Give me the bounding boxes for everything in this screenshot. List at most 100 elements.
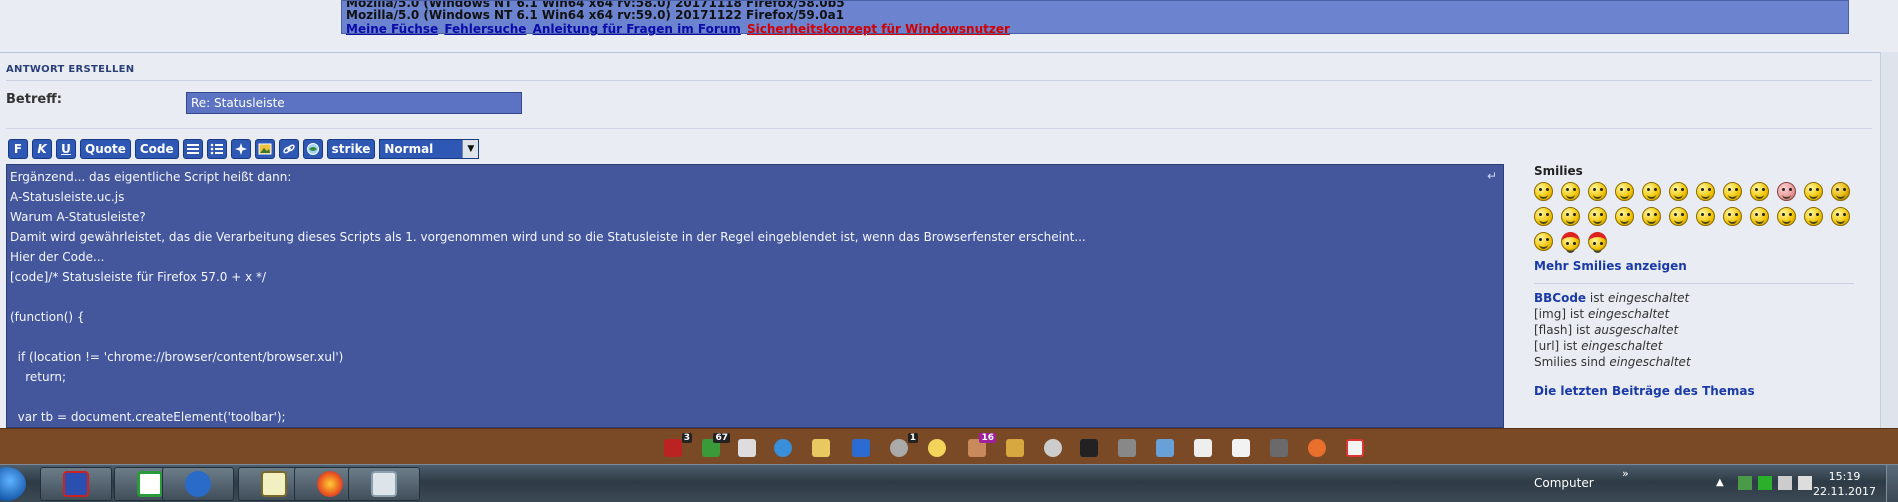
smiley-icon[interactable] (1561, 182, 1580, 201)
system-tray: Computer » ▲ 15:19 22.11.2017 (1398, 465, 1898, 502)
santa-smiley-icon[interactable] (1588, 232, 1607, 253)
option-state: eingeschaltet (1581, 339, 1663, 353)
taskbar-app-thunderbird[interactable] (162, 467, 234, 501)
smiley-icon[interactable] (1696, 182, 1715, 201)
underline-button[interactable]: U (56, 139, 76, 159)
undo-icon[interactable] (1270, 439, 1288, 457)
quote-button[interactable]: Quote (80, 139, 131, 159)
pencil-icon[interactable] (1006, 439, 1024, 457)
list-button[interactable] (182, 139, 203, 159)
list-item-button[interactable] (230, 139, 251, 159)
italic-button[interactable]: K (32, 139, 52, 159)
smiley-icon[interactable] (1750, 182, 1769, 201)
link-button[interactable] (278, 139, 299, 159)
chevron-down-icon[interactable]: ▼ (462, 140, 479, 158)
smiley-icon[interactable] (1669, 207, 1688, 226)
subject-label: Betreff: (6, 92, 62, 107)
option-state: eingeschaltet (1587, 307, 1670, 321)
page-icon[interactable] (1232, 439, 1250, 457)
smiley-icon[interactable] (1804, 207, 1823, 226)
document-icon[interactable] (738, 439, 756, 457)
smiley-icon[interactable] (1534, 232, 1553, 251)
smiley-icon[interactable] (1642, 207, 1661, 226)
smiley-icon[interactable] (1588, 182, 1607, 201)
editor-line: var tb = document.createElement('toolbar… (10, 410, 286, 424)
clipboard-icon[interactable] (1194, 439, 1212, 457)
link-fehlersuche[interactable]: Fehlersuche (444, 22, 526, 36)
addon-green-icon[interactable]: 67 (702, 433, 730, 457)
folder-icon[interactable] (812, 439, 830, 457)
code-button[interactable]: Code (134, 139, 179, 159)
reload-icon[interactable]: 1 (890, 433, 918, 457)
badge-count: 1 (907, 433, 918, 443)
lightbulb-icon[interactable] (1044, 439, 1062, 457)
settings-icon[interactable] (1156, 439, 1174, 457)
smiley-icon[interactable] (1723, 207, 1742, 226)
power-icon[interactable] (1778, 476, 1792, 490)
volume-icon[interactable] (1798, 476, 1812, 490)
refresh-icon[interactable] (774, 439, 792, 457)
firefox-icon[interactable] (1308, 439, 1326, 457)
link-anleitung[interactable]: Anleitung für Fragen im Forum (533, 22, 741, 36)
smilies-sidebar: Smilies Mehr Smilies anzeigen BBCode ist… (1534, 164, 1854, 398)
link-sicherheitskonzept[interactable]: Sicherheitskonzept für Windowsnutzer (747, 22, 1010, 36)
smilies-title: Smilies (1534, 164, 1583, 178)
taskbar-app-explorer[interactable] (348, 467, 420, 501)
bullet-list-button[interactable] (206, 139, 227, 159)
image-icon (258, 143, 272, 155)
show-desktop-button[interactable] (1886, 465, 1898, 502)
link-meine-fuechse[interactable]: Meine Füchse (346, 22, 438, 36)
smiley-icon[interactable] (1534, 207, 1553, 226)
smilies-grid (1534, 182, 1854, 253)
clock-date: 22.11.2017 (1813, 485, 1876, 498)
bbcode-link[interactable]: BBCode (1534, 291, 1586, 305)
floppy-icon (63, 471, 89, 497)
package-icon[interactable] (1118, 439, 1136, 457)
more-smilies-link[interactable]: Mehr Smilies anzeigen (1534, 259, 1854, 273)
smiley-icon[interactable] (1831, 182, 1850, 201)
network-icon[interactable] (1738, 476, 1752, 490)
smiley-icon[interactable] (1588, 207, 1607, 226)
subject-input[interactable]: Re: Statusleiste (186, 92, 522, 114)
home-icon[interactable] (852, 439, 870, 457)
start-button[interactable] (0, 467, 26, 501)
clock[interactable]: 15:19 22.11.2017 (1813, 469, 1876, 499)
cloud-icon[interactable] (928, 439, 946, 457)
smiley-icon[interactable] (1696, 207, 1715, 226)
page-scrollbar[interactable] (1880, 52, 1898, 428)
bold-button[interactable]: F (8, 139, 28, 159)
bold-label: F (13, 142, 23, 156)
smiley-icon[interactable] (1534, 182, 1553, 201)
addon-toolbar: 3 67 1 16 (0, 428, 1898, 464)
puzzle-icon[interactable] (1080, 439, 1098, 457)
font-size-select[interactable]: Normal ▼ (379, 139, 480, 159)
addon-brown-icon[interactable]: 16 (968, 433, 996, 457)
taskbar-app-save[interactable] (40, 467, 112, 501)
smiley-icon[interactable] (1777, 207, 1796, 226)
delete-icon[interactable] (1346, 439, 1364, 457)
smiley-icon[interactable] (1615, 182, 1634, 201)
smiley-icon[interactable] (1642, 182, 1661, 201)
tray-computer-label[interactable]: Computer (1534, 476, 1594, 490)
smiley-icon[interactable] (1723, 182, 1742, 201)
latest-posts-link[interactable]: Die letzten Beiträge des Themas (1534, 384, 1854, 398)
image-button[interactable] (254, 139, 275, 159)
chevron-icon[interactable]: » (1622, 467, 1629, 480)
smiley-icon[interactable] (1615, 207, 1634, 226)
strike-button[interactable]: strike (326, 139, 376, 159)
security-icon[interactable] (1758, 476, 1772, 490)
santa-smiley-icon[interactable] (1561, 232, 1580, 253)
signature-ua-line-2: Mozilla/5.0 (Windows NT 6.1 Win64 x64 rv… (346, 8, 845, 22)
smiley-icon[interactable] (1831, 207, 1850, 226)
email-button[interactable] (302, 139, 323, 159)
smiley-icon[interactable] (1750, 207, 1769, 226)
smiley-icon[interactable] (1777, 182, 1796, 201)
smiley-icon[interactable] (1669, 182, 1688, 201)
message-textarea[interactable]: ↵ Ergänzend... das eigentliche Script he… (6, 164, 1504, 428)
resize-corner-icon[interactable]: ↵ (1487, 169, 1497, 183)
badge-count: 67 (713, 433, 730, 443)
smiley-icon[interactable] (1804, 182, 1823, 201)
tray-expand-icon[interactable]: ▲ (1716, 477, 1724, 488)
smiley-icon[interactable] (1561, 207, 1580, 226)
ublock-icon[interactable]: 3 (664, 433, 692, 457)
